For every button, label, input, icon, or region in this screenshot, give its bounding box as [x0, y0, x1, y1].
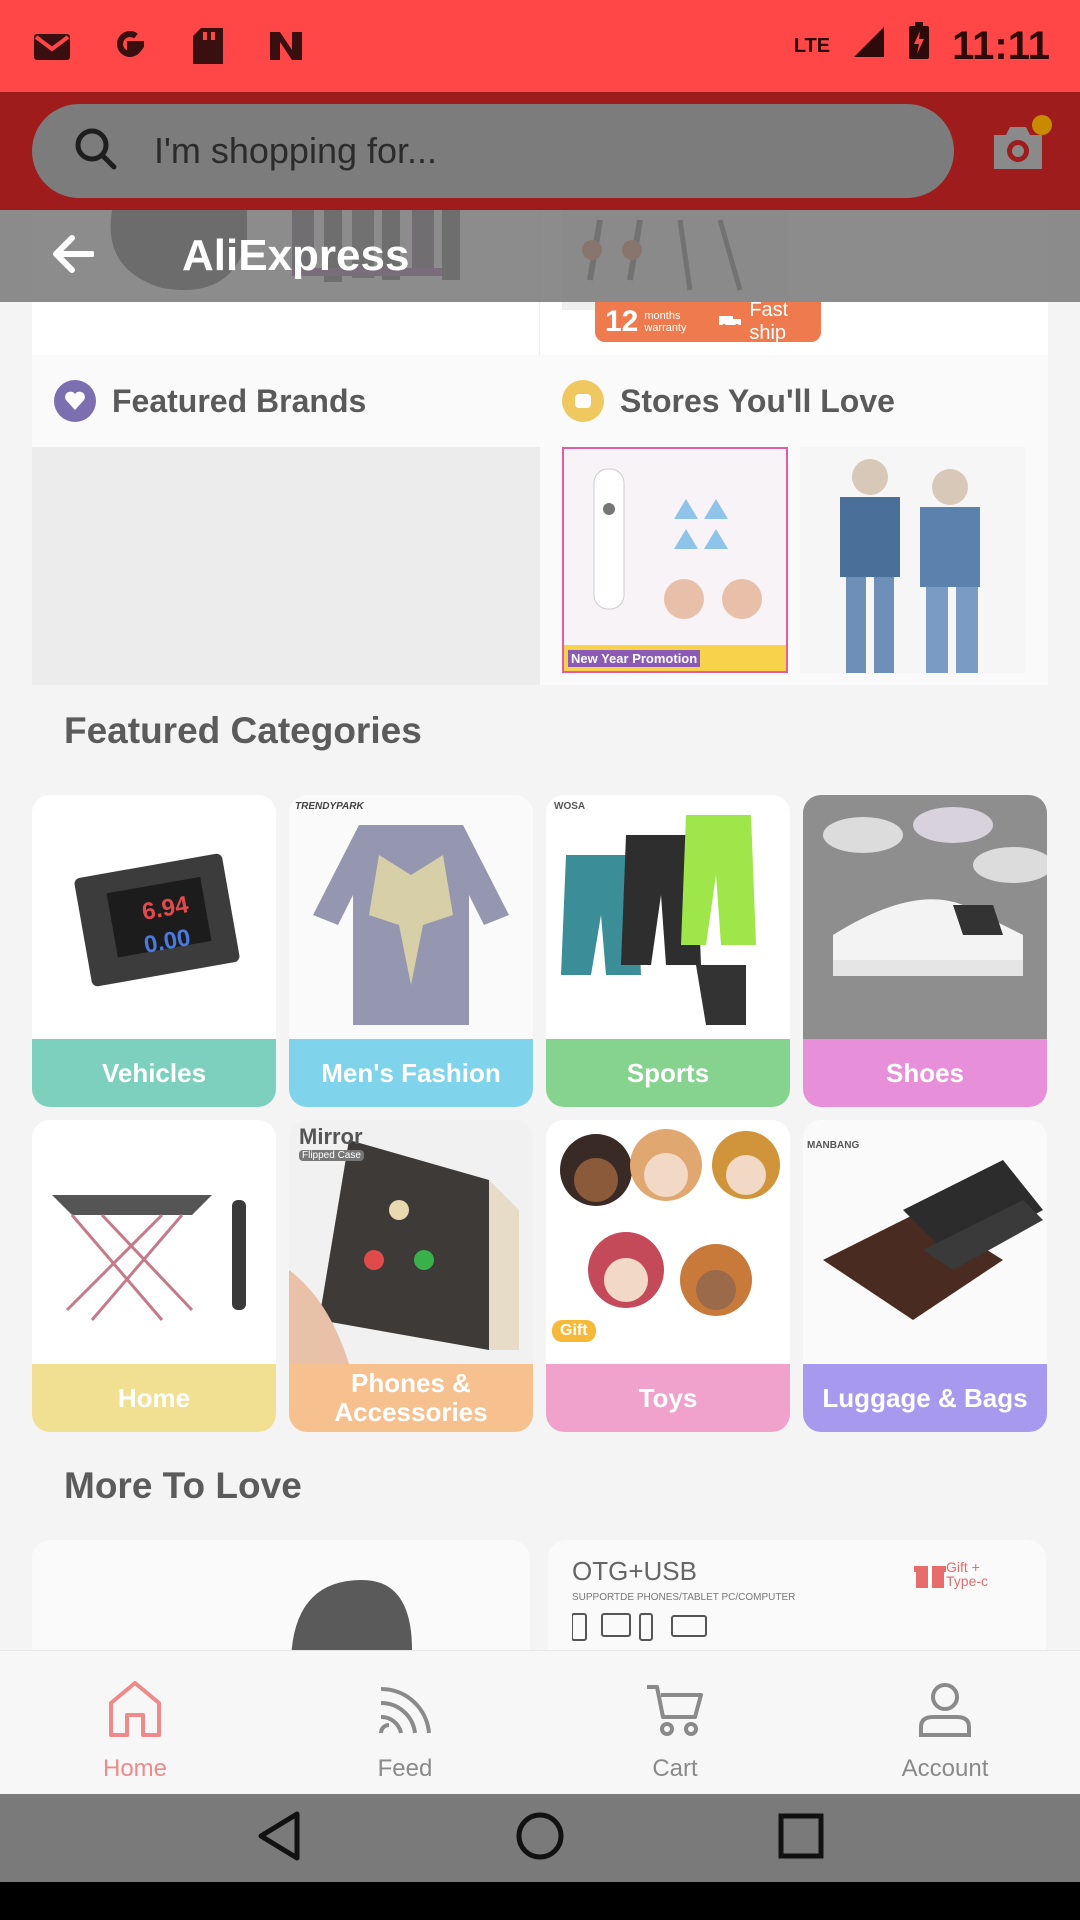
category-sports[interactable]: WOSA Sports	[546, 795, 790, 1107]
store-badge-icon	[562, 380, 604, 422]
nav-feed-label: Feed	[377, 1755, 433, 1782]
camera-badge	[1032, 115, 1052, 135]
stores-you-love-card[interactable]: Stores You'll Love New Year Promotion	[540, 355, 1048, 685]
brands-stores-row: Featured Brands Stores You'll Love New Y…	[32, 355, 1048, 685]
brand-heart-icon	[54, 380, 96, 422]
home-content[interactable]: 12 months warranty Fast ship AliExpress	[0, 210, 1080, 1650]
category-image: MANBANG	[803, 1120, 1047, 1364]
product-card[interactable]: OTG+USB SUPPORTDE PHONES/TABLET PC/COMPU…	[548, 1540, 1046, 1650]
bottom-bezel	[0, 1882, 1080, 1920]
store-banner-text: New Year Promotion	[568, 650, 701, 667]
system-navigation-bar	[0, 1794, 1080, 1882]
nav-cart-label: Cart	[652, 1755, 698, 1782]
category-luggage-bags[interactable]: MANBANG Luggage & Bags	[803, 1120, 1047, 1432]
product-subtitle: SUPPORTDE PHONES/TABLET PC/COMPUTER	[572, 1592, 796, 1603]
phones-sub: Flipped Case	[299, 1150, 364, 1161]
toys-gift-tag: Gift	[552, 1320, 596, 1342]
category-vehicles[interactable]: 6.94 0.00 Vehicles	[32, 795, 276, 1107]
more-to-love-title: More To Love	[64, 1465, 302, 1506]
sd-card-icon	[186, 24, 230, 68]
search-header: I'm shopping for...	[0, 92, 1080, 210]
category-image	[803, 795, 1047, 1039]
stores-you-love-title: Stores You'll Love	[620, 382, 895, 419]
sports-brand: WOSA	[554, 801, 586, 812]
back-arrow-icon[interactable]	[50, 234, 95, 279]
featured-brands-title: Featured Brands	[112, 382, 367, 419]
category-label: Phones & Accessories	[289, 1364, 533, 1432]
status-bar: LTE 11:11	[0, 0, 1080, 92]
featured-brands-area	[32, 447, 540, 685]
network-label: LTE	[793, 34, 831, 57]
category-mens-fashion[interactable]: TRENDYPARK Men's Fashion	[289, 795, 533, 1107]
phones-brand: Mirror	[299, 1124, 363, 1149]
account-icon	[919, 1683, 971, 1737]
feed-icon	[379, 1686, 431, 1734]
featured-categories-title: Featured Categories	[64, 710, 422, 751]
category-toys[interactable]: Gift Toys	[546, 1120, 790, 1432]
category-label: Luggage & Bags	[803, 1364, 1047, 1432]
fashion-brand: TRENDYPARK	[295, 801, 364, 812]
product-card[interactable]	[32, 1540, 530, 1650]
notification-app-icon	[264, 24, 308, 68]
google-icon	[108, 24, 152, 68]
category-image: Mirror Flipped Case	[289, 1120, 533, 1364]
nav-home-label: Home	[102, 1755, 168, 1782]
gmail-icon	[30, 24, 74, 68]
category-image: Gift	[546, 1120, 790, 1364]
category-label: Men's Fashion	[289, 1039, 533, 1107]
home-icon	[109, 1681, 161, 1737]
nav-home[interactable]: Home	[0, 1651, 270, 1794]
bags-brand: MANBANG	[807, 1140, 860, 1151]
app-title-bar: AliExpress	[0, 210, 1080, 302]
nav-cart[interactable]: Cart	[540, 1651, 810, 1794]
product-title: OTG+USB	[572, 1556, 697, 1586]
app-root: LTE 11:11 I'm shopping for... 12 months …	[0, 0, 1080, 1920]
category-image: WOSA	[546, 795, 790, 1039]
nav-feed[interactable]: Feed	[270, 1651, 540, 1794]
search-icon	[72, 125, 120, 178]
category-home[interactable]: Home	[32, 1120, 276, 1432]
store-image-2[interactable]	[800, 447, 1026, 673]
category-label: Toys	[546, 1364, 790, 1432]
bottom-navigation: Home Feed Cart Account	[0, 1650, 1080, 1794]
store-image-1[interactable]: New Year Promotion	[562, 447, 788, 673]
nav-account[interactable]: Account	[810, 1651, 1080, 1794]
featured-brands-card[interactable]: Featured Brands	[32, 355, 540, 685]
category-shoes[interactable]: Shoes	[803, 795, 1047, 1107]
warranty-text: months warranty	[644, 309, 687, 334]
warranty-number: 12	[605, 305, 639, 338]
battery-icon	[908, 22, 930, 70]
fast-ship-label: Fast ship	[749, 299, 789, 344]
category-label: Vehicles	[32, 1039, 276, 1107]
camera-search-button[interactable]	[990, 115, 1052, 179]
back-nav-icon[interactable]	[255, 1810, 303, 1867]
category-label: Home	[32, 1364, 276, 1432]
category-image: TRENDYPARK	[289, 795, 533, 1039]
cart-icon	[647, 1685, 703, 1736]
category-image	[32, 1120, 276, 1364]
fast-ship-banner: 12 months warranty Fast ship	[595, 299, 821, 344]
home-nav-icon[interactable]	[514, 1810, 566, 1867]
gift-typec-tag: Gift + Type-c	[946, 1559, 989, 1589]
category-label: Shoes	[803, 1039, 1047, 1107]
search-placeholder: I'm shopping for...	[154, 130, 438, 171]
signal-icon	[852, 24, 886, 69]
category-image: 6.94 0.00	[32, 795, 276, 1039]
gift-box-icon	[914, 1558, 946, 1595]
recents-nav-icon[interactable]	[777, 1812, 825, 1865]
search-input[interactable]: I'm shopping for...	[32, 104, 954, 198]
truck-icon	[719, 312, 743, 333]
more-to-love-grid: OTG+USB SUPPORTDE PHONES/TABLET PC/COMPU…	[32, 1540, 1048, 1650]
category-phones-accessories[interactable]: Mirror Flipped Case Phones & Accessories	[289, 1120, 533, 1432]
product-image	[291, 1580, 412, 1650]
devices-icon	[572, 1613, 707, 1641]
category-label: Sports	[546, 1039, 790, 1107]
app-title: AliExpress	[182, 231, 410, 280]
clock: 11:11	[952, 23, 1050, 68]
nav-account-label: Account	[901, 1755, 989, 1782]
